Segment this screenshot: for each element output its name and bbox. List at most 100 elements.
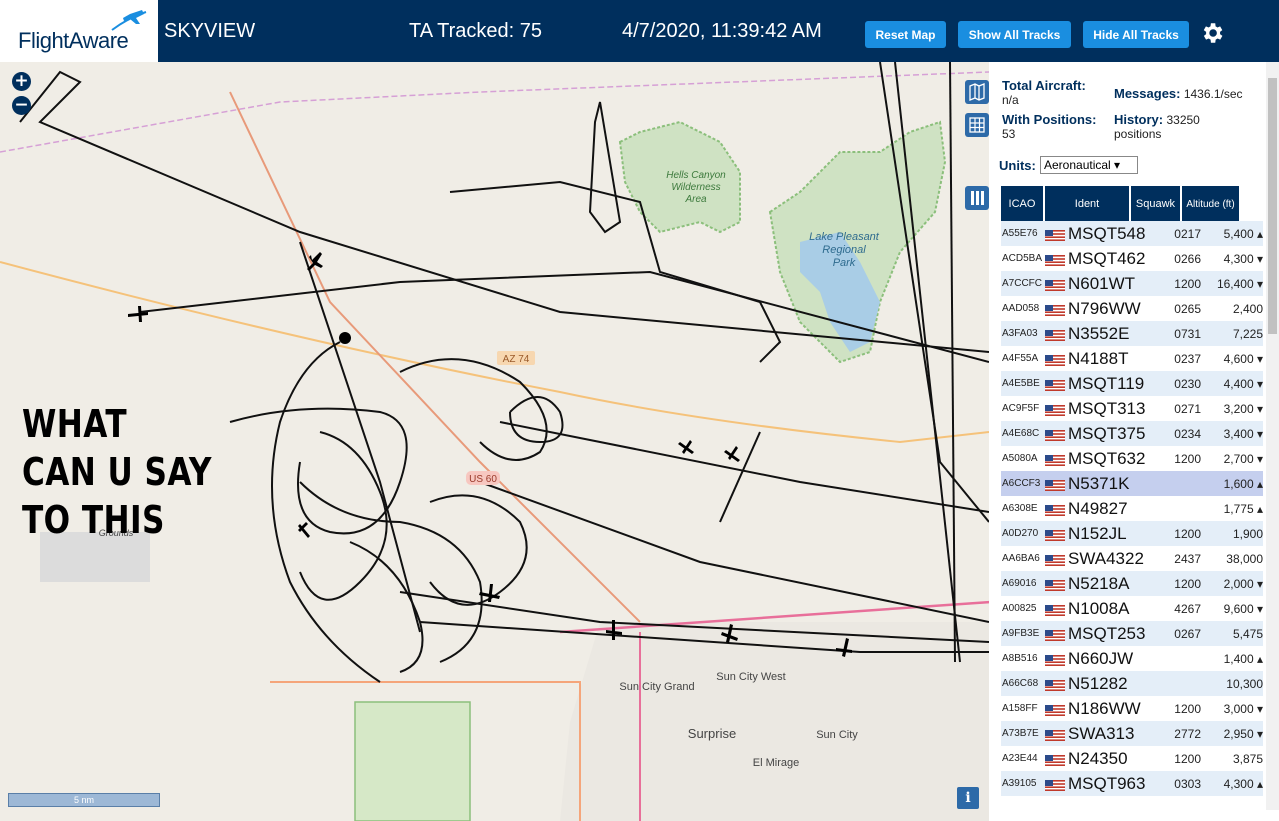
table-row[interactable]: A6308E N49827 1,775 ▴	[1001, 496, 1263, 521]
us-flag-icon	[1045, 703, 1065, 716]
row-icao: A23E44	[1002, 753, 1038, 764]
info-button[interactable]: i	[957, 787, 979, 809]
row-squawk: 0271	[1174, 401, 1201, 416]
zoom-out-button[interactable]: −	[12, 96, 31, 115]
row-icao: AAD058	[1002, 303, 1040, 314]
us-flag-icon	[1045, 503, 1065, 516]
table-row[interactable]: A73B7E SWA313 2772 2,950 ▾	[1001, 721, 1263, 746]
total-aircraft: Total Aircraft: n/a	[1002, 79, 1086, 108]
us-flag-icon	[1045, 228, 1065, 241]
row-squawk: 4267	[1174, 601, 1201, 616]
table-row[interactable]: AAD058 N796WW 0265 2,400	[1001, 296, 1263, 321]
row-ident: MSQT119	[1068, 373, 1145, 393]
row-icao: A66C68	[1002, 678, 1039, 689]
svg-text:Area: Area	[684, 194, 707, 205]
svg-text:Park: Park	[833, 257, 856, 269]
row-squawk: 0731	[1174, 326, 1201, 341]
table-row[interactable]: A4E5BE MSQT119 0230 4,400 ▾	[1001, 371, 1263, 396]
row-squawk: 1200	[1174, 451, 1201, 466]
col-altitude[interactable]: Altitude (ft)	[1182, 186, 1241, 222]
reset-map-button[interactable]: Reset Map	[865, 21, 946, 48]
col-ident[interactable]: Ident	[1045, 186, 1131, 222]
us-flag-icon	[1045, 628, 1065, 641]
col-icao[interactable]: ICAO	[1001, 186, 1045, 222]
messages-value: 1436.1/sec	[1183, 87, 1243, 101]
row-icao: A55E76	[1002, 228, 1038, 239]
svg-text:Surprise: Surprise	[688, 726, 736, 741]
table-row[interactable]: A5080A MSQT632 1200 2,700 ▾	[1001, 446, 1263, 471]
row-icao: A8B516	[1002, 653, 1038, 664]
table-row[interactable]: A66C68 N51282 10,300	[1001, 671, 1263, 696]
aircraft-markers[interactable]	[128, 252, 852, 657]
table-row[interactable]: A00825 N1008A 4267 9,600 ▾	[1001, 596, 1263, 621]
show-all-tracks-button[interactable]: Show All Tracks	[958, 21, 1071, 48]
grid-button[interactable]	[965, 113, 989, 137]
row-icao: A39105	[1002, 778, 1037, 789]
row-altitude: 3,000 ▾	[1223, 701, 1263, 716]
row-altitude: 1,400 ▴	[1223, 651, 1263, 666]
grid-icon	[969, 117, 985, 133]
svg-text:Wilderness: Wilderness	[671, 182, 720, 193]
us-flag-icon	[1045, 728, 1065, 741]
gear-icon[interactable]	[1199, 20, 1225, 46]
history-unit: positions	[1114, 127, 1162, 141]
history-value: 33250	[1166, 113, 1200, 127]
us-flag-icon	[1045, 428, 1065, 441]
flightaware-logo[interactable]: FlightAware	[0, 0, 158, 62]
row-squawk: 0217	[1174, 226, 1201, 241]
table-row[interactable]: ACD5BA MSQT462 0266 4,300 ▾	[1001, 246, 1263, 271]
row-squawk: 0266	[1174, 251, 1201, 266]
table-row[interactable]: A55E76 MSQT548 0217 5,400 ▴	[1001, 221, 1263, 246]
row-icao: A3FA03	[1002, 328, 1038, 339]
row-ident: MSQT375	[1068, 423, 1146, 443]
row-ident: N49827	[1068, 498, 1128, 518]
us-flag-icon	[1045, 403, 1065, 416]
us-flag-icon	[1045, 378, 1065, 391]
columns-button[interactable]	[965, 186, 989, 210]
scrollbar-thumb[interactable]	[1268, 78, 1277, 334]
table-header: ICAO Ident Squawk Altitude (ft)	[1001, 186, 1241, 222]
table-row[interactable]: A0D270 N152JL 1200 1,900	[1001, 521, 1263, 546]
table-row[interactable]: A39105 MSQT963 0303 4,300 ▴	[1001, 771, 1263, 796]
table-row[interactable]: A8B516 N660JW 1,400 ▴	[1001, 646, 1263, 671]
row-ident: N4188T	[1068, 348, 1129, 368]
table-row[interactable]: A69016 N5218A 1200 2,000 ▾	[1001, 571, 1263, 596]
col-squawk[interactable]: Squawk	[1131, 186, 1182, 222]
map-view[interactable]: Hells Canyon Wilderness Area Lake Pleasa…	[0, 62, 989, 821]
table-row[interactable]: A23E44 N24350 1200 3,875	[1001, 746, 1263, 771]
plane-logo-icon	[111, 10, 147, 31]
row-ident: N1008A	[1068, 598, 1130, 618]
aircraft-icon	[298, 522, 310, 538]
row-altitude: 2,700 ▾	[1223, 451, 1263, 466]
row-icao: A6CCF3	[1002, 478, 1041, 489]
row-ident: MSQT253	[1068, 623, 1146, 643]
table-row[interactable]: A7CCFC N601WT 1200 16,400 ▾	[1001, 271, 1263, 296]
table-row[interactable]: A3FA03 N3552E 0731 7,225	[1001, 321, 1263, 346]
row-icao: A0D270	[1002, 528, 1039, 539]
row-icao: A4E5BE	[1002, 378, 1040, 389]
row-altitude: 7,225	[1232, 326, 1263, 341]
table-row[interactable]: AC9F5F MSQT313 0271 3,200 ▾	[1001, 396, 1263, 421]
us-flag-icon	[1045, 253, 1065, 266]
row-ident: N796WW	[1068, 298, 1141, 318]
table-row[interactable]: A9FB3E MSQT253 0267 5,475	[1001, 621, 1263, 646]
park-area-south	[354, 701, 471, 821]
table-row[interactable]: A6CCF3 N5371K 1,600 ▴	[1001, 471, 1263, 496]
table-row[interactable]: A4F55A N4188T 0237 4,600 ▾	[1001, 346, 1263, 371]
table-row[interactable]: A4E68C MSQT375 0234 3,400 ▾	[1001, 421, 1263, 446]
row-icao: A00825	[1002, 603, 1037, 614]
hide-all-tracks-button[interactable]: Hide All Tracks	[1083, 21, 1189, 48]
table-row[interactable]: AA6BA6 SWA4322 2437 38,000	[1001, 546, 1263, 571]
row-altitude: 4,600 ▾	[1223, 351, 1263, 366]
zoom-in-button[interactable]: +	[12, 72, 31, 91]
units-select[interactable]: Aeronautical ▾	[1040, 156, 1138, 174]
overlay-line-1: WHAT	[22, 402, 128, 446]
with-positions: With Positions: 53	[1002, 113, 1097, 142]
us-flag-icon	[1045, 778, 1065, 791]
row-ident: N5371K	[1068, 473, 1130, 493]
svg-text:Sun City West: Sun City West	[716, 671, 786, 683]
row-ident: N186WW	[1068, 698, 1141, 718]
table-row[interactable]: A158FF N186WW 1200 3,000 ▾	[1001, 696, 1263, 721]
map-layers-button[interactable]	[965, 80, 989, 104]
row-icao: A6308E	[1002, 503, 1038, 514]
